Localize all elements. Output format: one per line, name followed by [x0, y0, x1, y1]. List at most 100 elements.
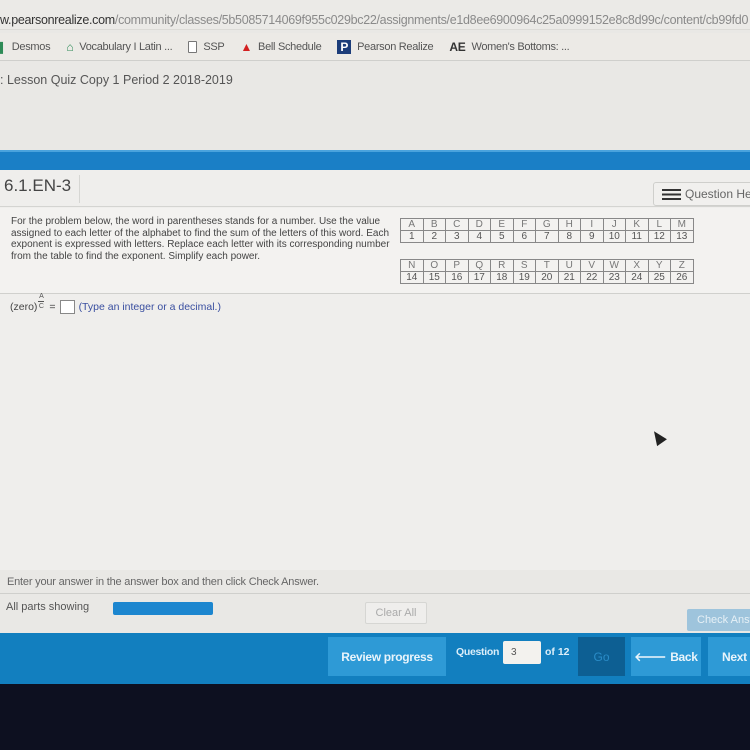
answer-input[interactable]	[59, 300, 75, 314]
expression-base: (zero)	[10, 301, 38, 313]
list-icon	[662, 188, 681, 200]
value-cell: 1	[400, 230, 424, 243]
desmos-icon: ❚	[0, 39, 6, 54]
bookmark-vocabulary[interactable]: ⌂ Vocabulary I Latin ...	[66, 41, 172, 53]
answer-row: (zero) A C = (Type an integer or a decim…	[10, 293, 221, 314]
url-host: w.pearsonrealize.com	[0, 13, 115, 27]
bookmark-label: SSP	[203, 40, 225, 53]
value-row: 1 2 3 4 5 6 7 8 9 10 11 12 13	[400, 230, 694, 243]
problem-box: For the problem below, the word in paren…	[0, 208, 750, 294]
letter-cell: G	[535, 218, 559, 231]
letter-cell: R	[490, 259, 514, 272]
parts-showing-label: All parts showing	[6, 601, 90, 613]
question-content: 6.1.EN-3 Question Help For the problem b…	[0, 170, 750, 570]
bookmark-bell-schedule[interactable]: ▲ Bell Schedule	[240, 41, 321, 53]
exponent-numerator: A	[39, 292, 44, 300]
letter-cell: U	[557, 259, 581, 272]
browser-screen: w.pearsonrealize.com/community/classes/5…	[0, 0, 750, 684]
value-cell: 23	[602, 271, 626, 284]
clear-all-button[interactable]: Clear All	[365, 602, 427, 624]
letter-cell: X	[625, 259, 649, 272]
value-cell: 25	[647, 271, 671, 284]
value-cell: 22	[580, 271, 604, 284]
value-cell: 2	[422, 230, 446, 243]
letter-cell: B	[422, 218, 446, 231]
exponent-denominator: C	[38, 302, 44, 310]
review-progress-button[interactable]: Review progress	[328, 637, 446, 676]
lesson-title: : Lesson Quiz Copy 1 Period 2 2018-2019	[0, 73, 233, 87]
value-cell: 6	[512, 230, 536, 243]
letter-cell: W	[602, 259, 626, 272]
bookmark-ssp[interactable]: SSP	[188, 40, 225, 53]
instructions: For the problem below, the word in paren…	[11, 216, 390, 262]
letter-row: ABCDEFGHIJKLM	[400, 218, 694, 231]
letter-value-table-a-m: ABCDEFGHIJKLM 1 2 3 4 5 6 7 8 9 10 11 12 13	[400, 218, 694, 243]
question-help-label: Question Help	[685, 187, 750, 201]
letter-cell: V	[580, 259, 604, 272]
letter-cell: S	[512, 259, 536, 272]
ae-icon: AE	[449, 39, 466, 54]
value-row: 14 15 16 17 18 19 20 21 22 23 24 25 26	[400, 271, 694, 284]
next-button[interactable]: Next	[708, 637, 750, 676]
back-label: Back	[670, 649, 698, 664]
letter-cell: Q	[467, 259, 491, 272]
back-button[interactable]: 🡐 Back	[631, 637, 701, 676]
value-cell: 15	[422, 271, 446, 284]
value-cell: 11	[625, 230, 649, 243]
fraction-bar	[38, 300, 45, 302]
arrow-left-icon: 🡐	[634, 650, 667, 664]
value-cell: 9	[580, 230, 604, 243]
value-cell: 16	[445, 271, 469, 284]
question-total-label: of 12	[545, 646, 570, 658]
bookmark-desmos[interactable]: ❚ Desmos	[0, 39, 51, 54]
value-cell: 26	[670, 271, 694, 284]
letter-cell: N	[400, 259, 424, 272]
bottom-nav-bar: Review progress Question 3 of 12 Go 🡐 Ba…	[0, 633, 750, 684]
divider	[0, 593, 750, 594]
question-help-button[interactable]: Question Help	[653, 182, 750, 206]
value-cell: 12	[647, 230, 671, 243]
check-answer-button[interactable]: Check Answer	[687, 609, 750, 631]
letter-cell: M	[670, 218, 694, 231]
header-band	[0, 150, 750, 170]
letter-value-table-n-z: NOPQRSTUVWXYZ 14 15 16 17 18 19 20 21 22 23 24 25 26	[400, 259, 694, 284]
go-button[interactable]: Go	[578, 637, 625, 676]
letter-cell: Y	[647, 259, 671, 272]
bookmark-womens-bottoms[interactable]: AE Women's Bottoms: ...	[449, 41, 569, 53]
school-icon: ▲	[240, 39, 253, 54]
question-number-input[interactable]: 3	[503, 641, 541, 664]
url-path: /community/classes/5b5085714069f955c029b…	[114, 13, 749, 27]
letter-cell: I	[580, 218, 604, 231]
exponent-fraction: A C	[38, 292, 45, 310]
document-icon	[188, 40, 198, 53]
letter-cell: J	[602, 218, 626, 231]
value-cell: 20	[535, 271, 559, 284]
value-cell: 10	[602, 230, 626, 243]
value-cell: 24	[625, 271, 649, 284]
letter-cell: A	[400, 218, 424, 231]
value-cell: 18	[490, 271, 514, 284]
bookmark-label: Bell Schedule	[258, 40, 322, 53]
bookmark-label: Women's Bottoms: ...	[471, 40, 570, 53]
value-cell: 3	[445, 230, 469, 243]
bookmarks-bar: ❚ Desmos ⌂ Vocabulary I Latin ... SSP ▲ …	[0, 33, 750, 61]
letter-row: NOPQRSTUVWXYZ	[400, 259, 694, 272]
letter-cell: Z	[670, 259, 694, 272]
question-label: Question	[456, 646, 500, 658]
address-bar[interactable]: w.pearsonrealize.com/community/classes/5…	[0, 0, 750, 30]
letter-cell: D	[467, 218, 491, 231]
parts-progress-bar[interactable]	[113, 602, 213, 615]
bookmark-pearson-realize[interactable]: P Pearson Realize	[337, 39, 434, 54]
value-cell: 21	[557, 271, 581, 284]
bookmark-label: Desmos	[11, 40, 51, 53]
value-cell: 8	[557, 230, 581, 243]
letter-cell: P	[445, 259, 469, 272]
url-text[interactable]: w.pearsonrealize.com/community/classes/5…	[0, 13, 748, 27]
letter-cell: C	[445, 218, 469, 231]
value-cell: 14	[400, 271, 424, 284]
value-cell: 19	[512, 271, 536, 284]
value-cell: 5	[490, 230, 514, 243]
letter-cell: H	[557, 218, 581, 231]
value-cell: 17	[467, 271, 491, 284]
equals-sign: =	[49, 301, 56, 313]
